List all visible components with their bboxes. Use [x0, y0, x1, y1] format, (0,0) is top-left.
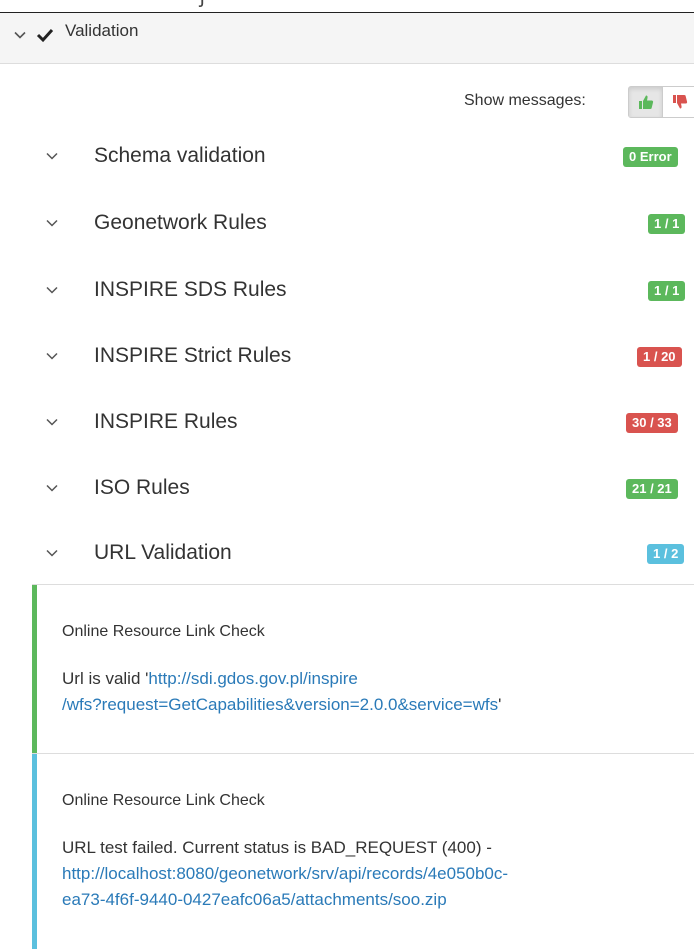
message-text: ' — [498, 695, 502, 714]
rule-row-schema-validation[interactable]: Schema validation 0 Error — [0, 136, 694, 176]
validation-panel-header[interactable]: Validation — [0, 13, 694, 64]
message-title: Online Resource Link Check — [62, 623, 265, 640]
chevron-down-icon[interactable] — [46, 547, 58, 559]
rule-row-url-validation[interactable]: URL Validation 1 / 2 — [0, 533, 694, 573]
status-badge: 1 / 1 — [648, 281, 686, 301]
rule-name: INSPIRE Strict Rules — [94, 344, 292, 367]
message-title: Online Resource Link Check — [62, 792, 265, 809]
message-text: Url is valid ' — [62, 669, 149, 688]
rule-row-inspire-sds[interactable]: INSPIRE SDS Rules 1 / 1 — [0, 270, 694, 310]
clipped-text: ʃ — [200, 0, 204, 9]
panel-title: Validation — [65, 21, 139, 40]
show-valid-button[interactable] — [629, 87, 663, 117]
message-body: Url is valid 'http://sdi.gdos.gov.pl/ins… — [62, 666, 682, 718]
rule-name: URL Validation — [94, 541, 232, 564]
message-text: URL test failed. Current status is BAD_R… — [62, 838, 492, 857]
rule-name: Geonetwork Rules — [94, 211, 267, 234]
rule-row-iso[interactable]: ISO Rules 21 / 21 — [0, 468, 694, 508]
status-badge: 21 / 21 — [626, 479, 678, 499]
chevron-down-icon[interactable] — [46, 350, 58, 362]
chevron-down-icon[interactable] — [14, 29, 26, 41]
thumbs-down-icon — [673, 95, 688, 109]
status-badge: 0 Error — [623, 147, 678, 167]
status-badge: 1 / 20 — [637, 347, 682, 367]
message-item-success: Online Resource Link Check Url is valid … — [32, 585, 694, 753]
rule-row-inspire-strict[interactable]: INSPIRE Strict Rules 1 / 20 — [0, 336, 694, 376]
status-badge: 1 / 1 — [648, 214, 686, 234]
url-link[interactable]: http://sdi.gdos.gov.pl/inspire — [148, 669, 357, 688]
clipped-top-area: ʃ — [0, 0, 694, 12]
thumbs-up-icon — [638, 95, 653, 109]
message-filter-toggle — [628, 86, 694, 118]
info-indicator — [32, 754, 37, 949]
rule-name: INSPIRE Rules — [94, 410, 238, 433]
check-icon — [36, 28, 54, 43]
chevron-down-icon[interactable] — [46, 150, 58, 162]
rule-name: ISO Rules — [94, 476, 190, 499]
chevron-down-icon[interactable] — [46, 284, 58, 296]
rule-row-geonetwork[interactable]: Geonetwork Rules 1 / 1 — [0, 203, 694, 243]
rule-name: Schema validation — [94, 144, 266, 167]
message-body: URL test failed. Current status is BAD_R… — [62, 835, 682, 913]
chevron-down-icon[interactable] — [46, 217, 58, 229]
chevron-down-icon[interactable] — [46, 416, 58, 428]
show-messages-label: Show messages: — [464, 92, 586, 109]
url-link-continued[interactable]: ea73-4f6f-9440-0427eafc06a5/attachments/… — [62, 890, 447, 909]
url-link-continued[interactable]: /wfs?request=GetCapabilities&version=2.0… — [62, 695, 498, 714]
success-indicator — [32, 585, 37, 753]
rule-name: INSPIRE SDS Rules — [94, 278, 287, 301]
message-item-info: Online Resource Link Check URL test fail… — [32, 754, 694, 949]
status-badge: 30 / 33 — [626, 413, 678, 433]
url-link[interactable]: http://localhost:8080/geonetwork/srv/api… — [62, 864, 508, 883]
status-badge: 1 / 2 — [647, 544, 685, 564]
chevron-down-icon[interactable] — [46, 482, 58, 494]
show-errors-button[interactable] — [663, 87, 694, 117]
rule-row-inspire[interactable]: INSPIRE Rules 30 / 33 — [0, 402, 694, 442]
